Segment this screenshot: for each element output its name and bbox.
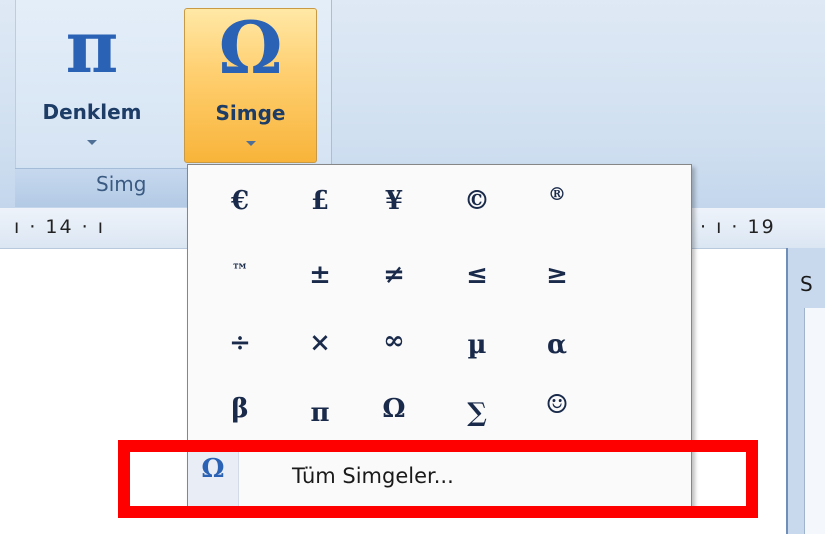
pi-icon: π (65, 4, 119, 89)
symbol-plus-minus[interactable]: ± (290, 252, 350, 298)
symbol-yen[interactable]: ¥ (364, 178, 424, 224)
chevron-down-icon (245, 141, 256, 146)
symbol-button-label: Simge (215, 101, 286, 125)
group-label: Simg (96, 172, 147, 196)
symbol-less-equal[interactable]: ≤ (447, 252, 507, 298)
symbol-smiley[interactable]: ☺ (527, 382, 587, 428)
symbol-trademark[interactable]: ™ (210, 248, 270, 294)
chevron-down-icon (87, 140, 97, 145)
dialog-title: S (800, 272, 813, 296)
symbol-alpha[interactable]: α (527, 322, 587, 368)
symbol-infinity[interactable]: ∞ (364, 318, 424, 364)
symbol-pi[interactable]: π (290, 390, 350, 436)
omega-icon: Ω (218, 5, 283, 90)
symbol-beta[interactable]: β (210, 386, 270, 432)
symbol-greater-equal[interactable]: ≥ (527, 252, 587, 298)
symbol-divide[interactable]: ÷ (210, 320, 270, 366)
symbol-sigma[interactable]: ∑ (447, 390, 507, 436)
highlight-box (118, 440, 758, 518)
symbol-pound[interactable]: £ (290, 178, 350, 224)
symbol-micro[interactable]: µ (447, 322, 507, 368)
symbol-multiply[interactable]: × (290, 320, 350, 366)
symbol-registered[interactable]: ® (527, 172, 587, 218)
symbol-button[interactable]: Ω Simge (184, 8, 317, 163)
symbol-copyright[interactable]: © (447, 178, 507, 224)
dialog-content (804, 308, 825, 534)
equation-button[interactable]: π Denklem (28, 8, 156, 163)
equation-button-label: Denklem (42, 100, 142, 124)
ruler-right-text: · ı · 19 (700, 216, 776, 238)
symbol-euro[interactable]: € (210, 178, 270, 224)
ruler-left-text: ı · 14 · ı (14, 216, 105, 238)
symbol-not-equal[interactable]: ≠ (364, 252, 424, 298)
symbol-omega[interactable]: Ω (364, 386, 424, 432)
